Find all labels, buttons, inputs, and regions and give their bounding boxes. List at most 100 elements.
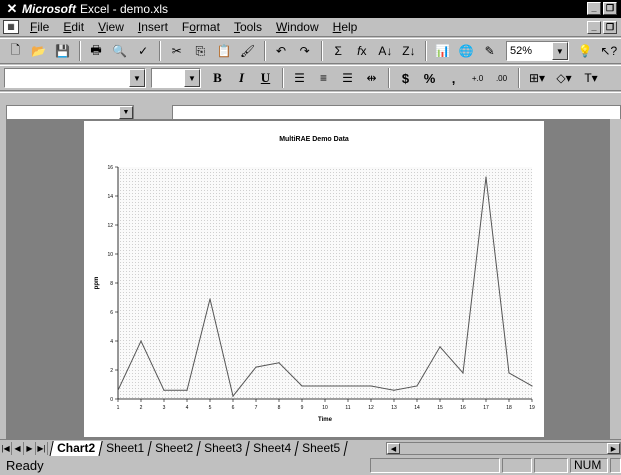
comma-button[interactable]: , <box>442 67 465 89</box>
data-point <box>186 389 188 391</box>
data-point <box>117 389 119 391</box>
menu-edit[interactable]: Edit <box>56 20 91 34</box>
menu-format[interactable]: Format <box>175 20 227 34</box>
status-text: Ready <box>6 458 44 473</box>
app-brand: Microsoft <box>22 2 76 16</box>
x-tick-label: 12 <box>368 405 374 411</box>
doc-restore-button[interactable]: ❐ <box>603 21 617 34</box>
y-tick-label: 16 <box>107 165 113 171</box>
data-point <box>324 385 326 387</box>
new-document-icon[interactable]: 🗋 <box>4 40 27 62</box>
standard-toolbar: 🗋 📂 💾 🖶 🔍 ✓ ✂ ⎘ 📋 🖌 ↶ ↷ Σ fx A↓ Z↓ 📊 🌐 ✎… <box>0 38 621 64</box>
name-box[interactable]: ▼ <box>6 105 134 120</box>
data-point <box>416 385 418 387</box>
bold-button[interactable]: B <box>206 67 229 89</box>
print-preview-icon[interactable]: 🔍 <box>108 40 131 62</box>
drawing-icon[interactable]: ✎ <box>478 40 501 62</box>
data-point <box>347 385 349 387</box>
sheet-tab-sheet2[interactable]: Sheet2 <box>147 440 201 457</box>
data-point <box>209 298 211 300</box>
sheet-tab-sheet3[interactable]: Sheet3 <box>196 440 250 457</box>
y-tick-label: 6 <box>110 310 113 316</box>
formula-input[interactable] <box>172 105 621 120</box>
doc-minimize-button[interactable]: _ <box>587 21 601 34</box>
sheet-tab-sheet5[interactable]: Sheet5 <box>294 440 348 457</box>
help-pointer-icon[interactable]: ↖? <box>597 40 620 62</box>
font-color-icon[interactable]: T▾ <box>578 67 604 89</box>
menu-view[interactable]: View <box>91 20 131 34</box>
x-tick-label: 7 <box>255 405 258 411</box>
x-tick-label: 4 <box>186 405 189 411</box>
first-sheet-icon[interactable]: |◀ <box>0 441 12 455</box>
x-axis-label: Time <box>318 417 333 423</box>
align-right-icon[interactable]: ☰ <box>336 67 359 89</box>
zoom-select[interactable]: 52% ▼ <box>505 41 569 61</box>
cut-icon[interactable]: ✂ <box>165 40 188 62</box>
align-center-icon[interactable]: ≡ <box>312 67 335 89</box>
data-point <box>163 389 165 391</box>
scroll-left-icon[interactable]: ◀ <box>387 443 400 454</box>
font-name-select[interactable]: ▼ <box>4 68 146 88</box>
currency-button[interactable]: $ <box>394 67 417 89</box>
italic-button[interactable]: I <box>230 67 253 89</box>
line-chart[interactable]: MultiRAE Demo Data 02468101214161 2 3 4 5 6 7 8… <box>84 121 544 437</box>
plot-area <box>118 167 532 399</box>
document-control-icon[interactable]: ▦ <box>3 20 19 34</box>
restore-button[interactable]: ❐ <box>603 2 617 15</box>
sort-ascending-icon[interactable]: A↓ <box>374 40 397 62</box>
chevron-down-icon[interactable]: ▼ <box>119 106 133 119</box>
menu-insert[interactable]: Insert <box>131 20 175 34</box>
data-point <box>301 385 303 387</box>
print-icon[interactable]: 🖶 <box>85 40 108 62</box>
merge-center-icon[interactable]: ⇹ <box>360 67 383 89</box>
data-point <box>232 395 234 397</box>
x-tick-label: 2 <box>140 405 143 411</box>
undo-icon[interactable]: ↶ <box>270 40 293 62</box>
scroll-right-icon[interactable]: ▶ <box>607 443 620 454</box>
spelling-icon[interactable]: ✓ <box>132 40 155 62</box>
x-tick-label: 16 <box>460 405 466 411</box>
sort-descending-icon[interactable]: Z↓ <box>398 40 421 62</box>
excel-x-icon[interactable]: ✕ <box>4 1 20 17</box>
decrease-decimal-icon[interactable]: .00 <box>490 67 513 89</box>
open-folder-icon[interactable]: 📂 <box>28 40 51 62</box>
chevron-down-icon[interactable]: ▼ <box>551 42 568 60</box>
redo-icon[interactable]: ↷ <box>293 40 316 62</box>
chevron-down-icon[interactable]: ▼ <box>184 69 200 87</box>
sheet-tab-sheet4[interactable]: Sheet4 <box>245 440 299 457</box>
percent-button[interactable]: % <box>418 67 441 89</box>
chart-sheet[interactable]: MultiRAE Demo Data 0 2 4 6 8 10 12 14 16 1 2 3 4 5 6 7 8… <box>84 121 544 437</box>
vertical-scrollbar[interactable] <box>609 119 621 439</box>
next-sheet-icon[interactable]: ▶ <box>24 441 36 455</box>
menu-tools[interactable]: Tools <box>227 20 269 34</box>
sheet-tab-sheet1[interactable]: Sheet1 <box>98 440 152 457</box>
horizontal-scrollbar[interactable]: ◀ ▶ <box>386 442 621 455</box>
prev-sheet-icon[interactable]: ◀ <box>12 441 24 455</box>
minimize-button[interactable]: _ <box>587 2 601 15</box>
num-lock-indicator: NUM <box>570 458 608 473</box>
format-painter-icon[interactable]: 🖌 <box>236 40 259 62</box>
fill-color-icon[interactable]: ◇▾ <box>551 67 577 89</box>
tip-wizard-icon[interactable]: 💡 <box>574 40 597 62</box>
save-disk-icon[interactable]: 💾 <box>51 40 74 62</box>
sheet-tab-chart2[interactable]: Chart2 <box>49 440 103 457</box>
x-tick-label: 13 <box>391 405 397 411</box>
underline-button[interactable]: U <box>254 67 277 89</box>
workbook-area: MultiRAE Demo Data 0 2 4 6 8 10 12 14 16 1 2 3 4 5 6 7 8… <box>6 119 621 439</box>
x-tick-label: 15 <box>437 405 443 411</box>
chart-wizard-icon[interactable]: 📊 <box>431 40 454 62</box>
increase-decimal-icon[interactable]: +.0 <box>466 67 489 89</box>
chevron-down-icon[interactable]: ▼ <box>129 69 145 87</box>
menu-window[interactable]: Window <box>269 20 326 34</box>
align-left-icon[interactable]: ☰ <box>288 67 311 89</box>
borders-icon[interactable]: ⊞▾ <box>524 67 550 89</box>
last-sheet-icon[interactable]: ▶| <box>36 441 48 455</box>
font-size-select[interactable]: ▼ <box>151 68 201 88</box>
menu-file[interactable]: File <box>23 20 56 34</box>
map-icon[interactable]: 🌐 <box>455 40 478 62</box>
menu-help[interactable]: Help <box>326 20 365 34</box>
paste-icon[interactable]: 📋 <box>213 40 236 62</box>
autosum-icon[interactable]: Σ <box>327 40 350 62</box>
function-wizard-icon[interactable]: fx <box>351 40 374 62</box>
copy-icon[interactable]: ⎘ <box>189 40 212 62</box>
